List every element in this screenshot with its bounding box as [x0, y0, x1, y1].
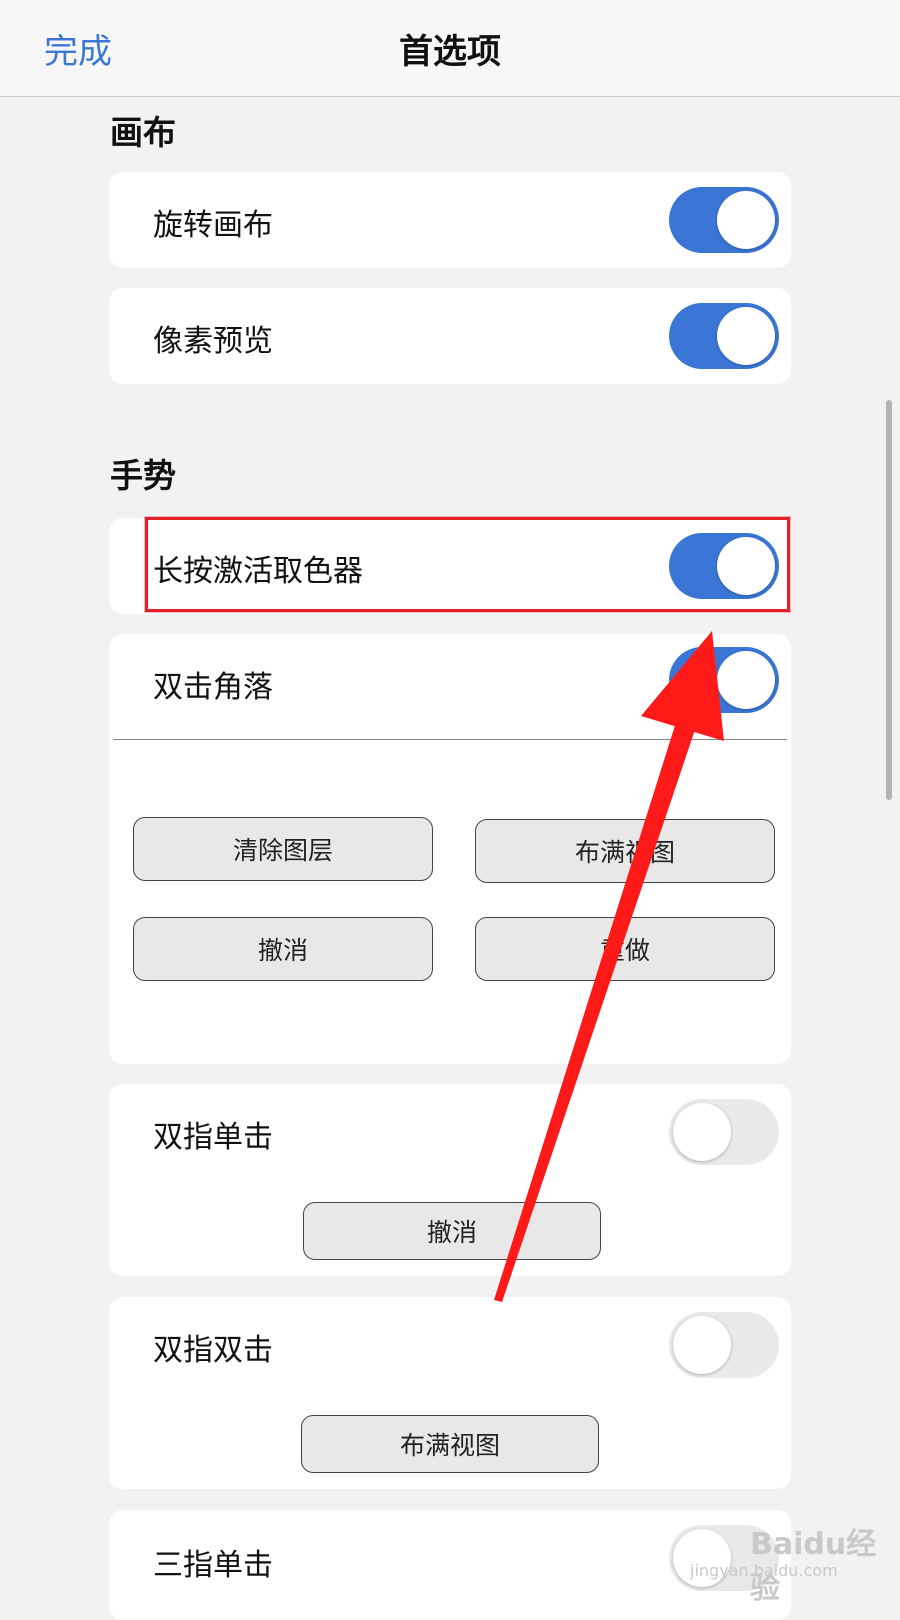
navigation-bar: 完成 首选项: [0, 0, 900, 97]
toggle-knob: [673, 1316, 731, 1374]
two-finger-tap-label: 双指单击: [153, 1120, 273, 1155]
corner-action-undo-button[interactable]: 撤消: [133, 917, 433, 981]
corner-action-redo-button[interactable]: 重做: [475, 917, 775, 981]
rotate-canvas-label: 旋转画布: [153, 208, 273, 243]
two-finger-double-tap-action-button[interactable]: 布满视图: [301, 1415, 599, 1473]
page-title: 首选项: [399, 32, 501, 72]
toggle-knob: [717, 651, 775, 709]
section-title-gestures: 手势: [110, 456, 176, 495]
watermark-url: jingyan.baidu.com: [690, 1561, 838, 1580]
setting-card-three-finger-tap: 三指单击: [109, 1510, 791, 1620]
rotate-canvas-toggle[interactable]: [669, 187, 779, 253]
three-finger-tap-label: 三指单击: [153, 1548, 273, 1583]
two-finger-tap-toggle[interactable]: [669, 1099, 779, 1165]
long-press-eyedropper-toggle[interactable]: [669, 533, 779, 599]
two-finger-tap-action-button[interactable]: 撤消: [303, 1202, 601, 1260]
toggle-knob: [717, 537, 775, 595]
toggle-knob: [673, 1103, 731, 1161]
setting-row-pixel-preview: 像素预览: [109, 288, 791, 384]
toggle-knob: [717, 191, 775, 249]
baidu-watermark: Baidu经验 jingyan.baidu.com: [690, 1515, 890, 1606]
long-press-eyedropper-label: 长按激活取色器: [153, 554, 363, 589]
double-tap-corner-label: 双击角落: [153, 670, 273, 705]
divider: [113, 739, 787, 740]
scrollbar[interactable]: [886, 400, 892, 800]
setting-card-double-tap-corner: 双击角落 清除图层 布满视图 撤消 重做: [109, 634, 791, 1064]
two-finger-double-tap-toggle[interactable]: [669, 1312, 779, 1378]
corner-action-fit-view-button[interactable]: 布满视图: [475, 819, 775, 883]
pixel-preview-toggle[interactable]: [669, 303, 779, 369]
corner-action-clear-layer-button[interactable]: 清除图层: [133, 817, 433, 881]
setting-card-two-finger-double-tap: 双指双击 布满视图: [109, 1297, 791, 1489]
double-tap-corner-toggle[interactable]: [669, 647, 779, 713]
toggle-knob: [717, 307, 775, 365]
pixel-preview-label: 像素预览: [153, 324, 273, 359]
setting-row-long-press-eyedropper: 长按激活取色器: [109, 518, 791, 614]
section-title-canvas: 画布: [110, 113, 176, 152]
two-finger-double-tap-label: 双指双击: [153, 1333, 273, 1368]
setting-card-two-finger-tap: 双指单击 撤消: [109, 1084, 791, 1276]
setting-row-rotate-canvas: 旋转画布: [109, 172, 791, 268]
